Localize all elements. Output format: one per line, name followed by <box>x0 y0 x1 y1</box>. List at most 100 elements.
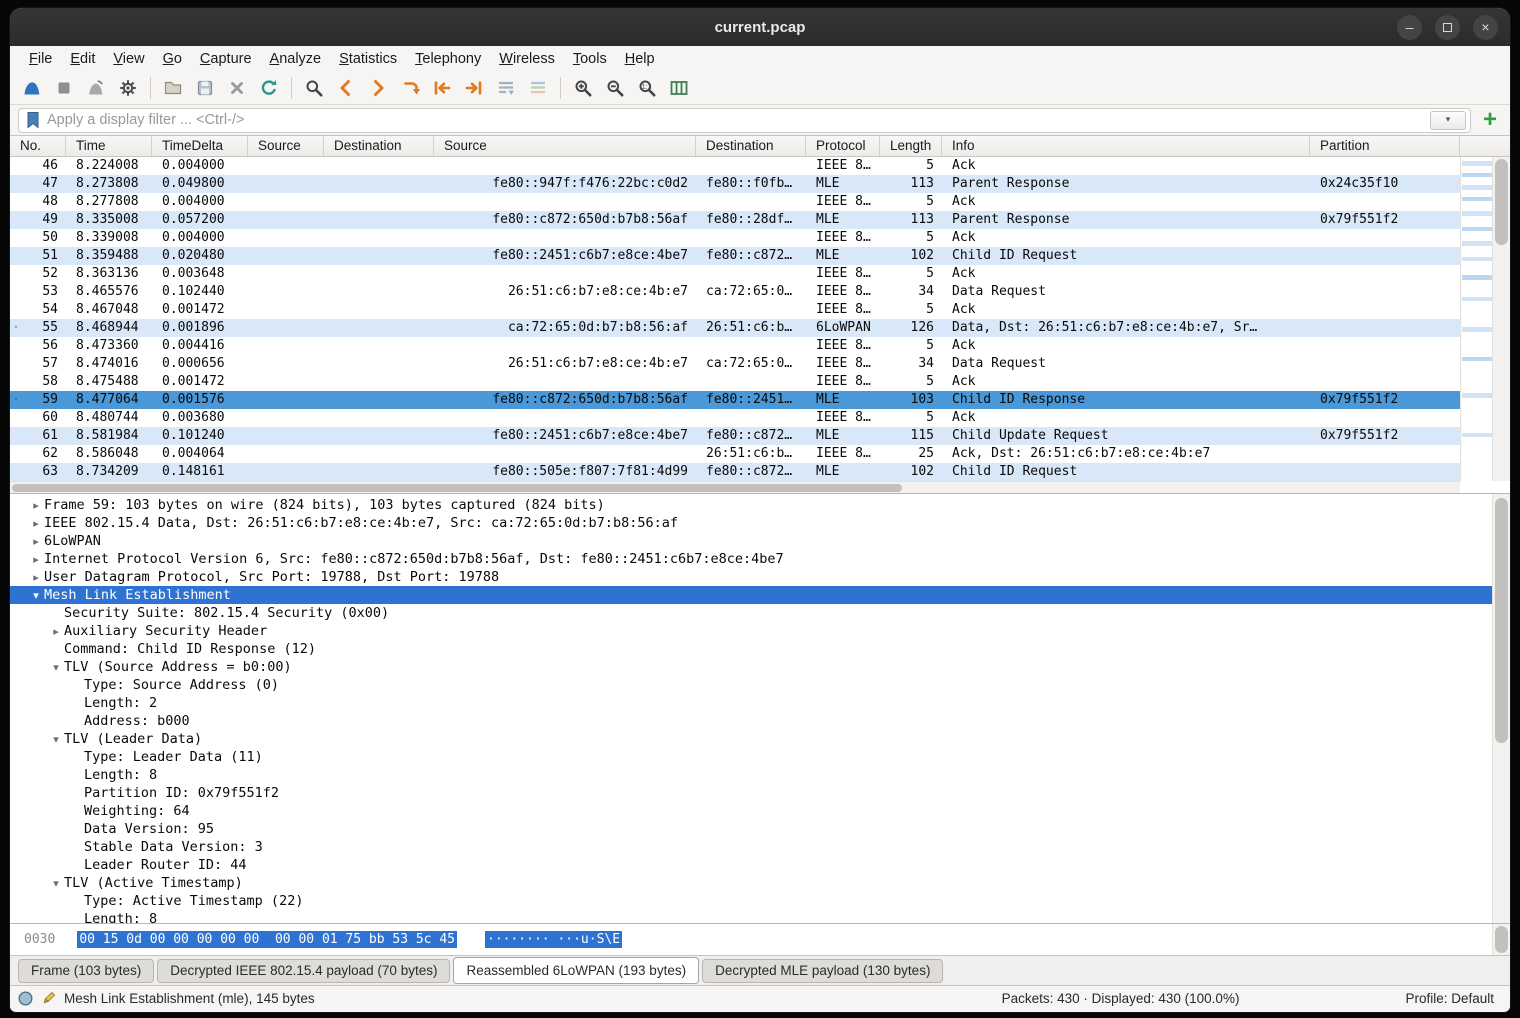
detail-line[interactable]: Address: b000 <box>10 712 1492 730</box>
detail-line[interactable]: Weighting: 64 <box>10 802 1492 820</box>
expert-info-icon[interactable] <box>18 991 33 1006</box>
packet-row-59[interactable]: 59·8.4770640.001576fe80::c872:650d:b7b8:… <box>10 391 1460 409</box>
packet-row-46[interactable]: 468.2240080.004000IEEE 8…5Ack <box>10 157 1460 175</box>
first-packet-button[interactable] <box>426 75 458 102</box>
packet-row-61[interactable]: 618.5819840.101240fe80::2451:c6b7:e8ce:4… <box>10 427 1460 445</box>
restart-capture-button[interactable] <box>80 75 112 102</box>
close-file-button[interactable] <box>221 75 253 102</box>
find-packet-button[interactable] <box>298 75 330 102</box>
display-filter-input[interactable] <box>47 112 1423 128</box>
go-back-button[interactable] <box>330 75 362 102</box>
bytes-tab-0[interactable]: Frame (103 bytes) <box>18 959 154 983</box>
column-header-info-9[interactable]: Info <box>942 136 1310 156</box>
packet-row-55[interactable]: 55·8.4689440.001896ca:72:65:0d:b7:b8:56:… <box>10 319 1460 337</box>
expand-arrow-icon[interactable]: ▸ <box>28 515 44 532</box>
zoom-out-button[interactable] <box>599 75 631 102</box>
detail-line[interactable]: Leader Router ID: 44 <box>10 856 1492 874</box>
menu-wireless[interactable]: Wireless <box>490 49 564 69</box>
collapse-arrow-icon[interactable]: ▾ <box>28 587 44 604</box>
detail-line[interactable]: ▾TLV (Leader Data) <box>10 730 1492 748</box>
detail-line[interactable]: ▸6LoWPAN <box>10 532 1492 550</box>
reload-file-button[interactable] <box>253 75 285 102</box>
packet-row-50[interactable]: 508.3390080.004000IEEE 8…5Ack <box>10 229 1460 247</box>
detail-line[interactable]: Length: 2 <box>10 694 1492 712</box>
details-vscrollbar[interactable] <box>1492 494 1510 923</box>
minimize-button[interactable]: – <box>1397 15 1422 40</box>
detail-line[interactable]: Stable Data Version: 3 <box>10 838 1492 856</box>
menu-statistics[interactable]: Statistics <box>330 49 406 69</box>
scrollbar-thumb[interactable] <box>12 484 902 492</box>
expand-arrow-icon[interactable]: ▸ <box>28 533 44 550</box>
expand-arrow-icon[interactable]: ▸ <box>48 623 64 640</box>
open-file-button[interactable] <box>157 75 189 102</box>
zoom-in-button[interactable] <box>567 75 599 102</box>
detail-line[interactable]: Partition ID: 0x79f551f2 <box>10 784 1492 802</box>
column-header-destination-4[interactable]: Destination <box>324 136 434 156</box>
last-packet-button[interactable] <box>458 75 490 102</box>
menu-help[interactable]: Help <box>616 49 664 69</box>
go-forward-button[interactable] <box>362 75 394 102</box>
detail-line[interactable]: ▸Frame 59: 103 bytes on wire (824 bits),… <box>10 496 1492 514</box>
column-header-no-0[interactable]: No. <box>10 136 66 156</box>
detail-line[interactable]: Type: Leader Data (11) <box>10 748 1492 766</box>
menu-tools[interactable]: Tools <box>564 49 616 69</box>
bytes-tab-2[interactable]: Reassembled 6LoWPAN (193 bytes) <box>453 957 699 984</box>
detail-line[interactable]: ▾TLV (Source Address = b0:00) <box>10 658 1492 676</box>
scrollbar-thumb[interactable] <box>1495 498 1508 743</box>
titlebar[interactable]: current.pcap – × <box>10 8 1510 46</box>
collapse-arrow-icon[interactable]: ▾ <box>48 731 64 748</box>
detail-line[interactable]: Type: Active Timestamp (22) <box>10 892 1492 910</box>
resize-columns-button[interactable] <box>663 75 695 102</box>
packet-row-56[interactable]: 568.4733600.004416IEEE 8…5Ack <box>10 337 1460 355</box>
collapse-arrow-icon[interactable]: ▾ <box>48 659 64 676</box>
menu-telephony[interactable]: Telephony <box>406 49 490 69</box>
column-header-partition-10[interactable]: Partition <box>1310 136 1460 156</box>
hex-vscrollbar[interactable] <box>1492 924 1510 955</box>
packet-row-60[interactable]: 608.4807440.003680IEEE 8…5Ack <box>10 409 1460 427</box>
detail-line[interactable]: ▾Mesh Link Establishment <box>10 586 1492 604</box>
packet-row-52[interactable]: 528.3631360.003648IEEE 8…5Ack <box>10 265 1460 283</box>
packet-row-57[interactable]: 578.4740160.00065626:51:c6:b7:e8:ce:4b:e… <box>10 355 1460 373</box>
save-file-button[interactable] <box>189 75 221 102</box>
detail-line[interactable]: ▸Internet Protocol Version 6, Src: fe80:… <box>10 550 1492 568</box>
filter-bookmark-icon[interactable] <box>26 111 40 129</box>
packet-row-63[interactable]: 638.7342090.148161fe80::505e:f807:7f81:4… <box>10 463 1460 481</box>
packet-row-54[interactable]: 548.4670480.001472IEEE 8…5Ack <box>10 301 1460 319</box>
filter-history-dropdown[interactable]: ▾ <box>1430 111 1466 130</box>
column-header-protocol-7[interactable]: Protocol <box>806 136 880 156</box>
detail-line[interactable]: ▾TLV (Active Timestamp) <box>10 874 1492 892</box>
bytes-tab-1[interactable]: Decrypted IEEE 802.15.4 payload (70 byte… <box>157 959 450 983</box>
menu-capture[interactable]: Capture <box>191 49 261 69</box>
detail-line[interactable]: Length: 8 <box>10 910 1492 923</box>
detail-line[interactable]: ▸Auxiliary Security Header <box>10 622 1492 640</box>
menu-go[interactable]: Go <box>154 49 191 69</box>
column-header-source-5[interactable]: Source <box>434 136 696 156</box>
packet-row-53[interactable]: 538.4655760.10244026:51:c6:b7:e8:ce:4b:e… <box>10 283 1460 301</box>
detail-line[interactable]: Data Version: 95 <box>10 820 1492 838</box>
auto-scroll-button[interactable] <box>490 75 522 102</box>
detail-line[interactable]: Length: 8 <box>10 766 1492 784</box>
zoom-original-button[interactable]: 1:1 <box>631 75 663 102</box>
hex-bytes-pane[interactable]: 0030 00 15 0d 00 00 00 00 00 00 00 01 75… <box>10 923 1510 955</box>
maximize-button[interactable] <box>1435 15 1460 40</box>
expand-arrow-icon[interactable]: ▸ <box>28 569 44 586</box>
go-to-packet-button[interactable] <box>394 75 426 102</box>
column-header-length-8[interactable]: Length <box>880 136 942 156</box>
add-filter-button[interactable]: + <box>1478 108 1502 132</box>
detail-line[interactable]: Command: Child ID Response (12) <box>10 640 1492 658</box>
menu-analyze[interactable]: Analyze <box>261 49 331 69</box>
capture-options-button[interactable] <box>112 75 144 102</box>
detail-line[interactable]: Type: Source Address (0) <box>10 676 1492 694</box>
packet-list-vscrollbar[interactable] <box>1492 157 1510 481</box>
packet-row-51[interactable]: 518.3594880.020480fe80::2451:c6b7:e8ce:4… <box>10 247 1460 265</box>
packet-row-47[interactable]: 478.2738080.049800fe80::947f:f476:22bc:c… <box>10 175 1460 193</box>
packet-row-58[interactable]: 588.4754880.001472IEEE 8…5Ack <box>10 373 1460 391</box>
packet-row-62[interactable]: 628.5860480.00406426:51:c6:b…IEEE 8…25Ac… <box>10 445 1460 463</box>
packet-row-49[interactable]: 498.3350080.057200fe80::c872:650d:b7b8:5… <box>10 211 1460 229</box>
column-header-destination-6[interactable]: Destination <box>696 136 806 156</box>
column-header-source-3[interactable]: Source <box>248 136 324 156</box>
display-filter-field[interactable]: ▾ <box>18 108 1471 133</box>
menu-file[interactable]: File <box>20 49 61 69</box>
detail-line[interactable]: Security Suite: 802.15.4 Security (0x00) <box>10 604 1492 622</box>
menu-edit[interactable]: Edit <box>61 49 104 69</box>
